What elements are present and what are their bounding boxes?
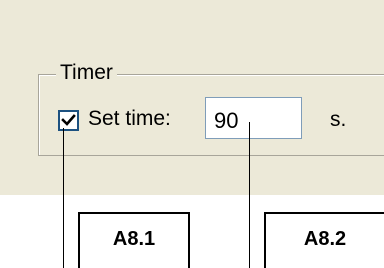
annotation-leader-line <box>249 122 250 268</box>
set-time-label[interactable]: Set time: <box>88 106 171 132</box>
annotation-leader-line <box>63 128 64 268</box>
annotation-tag-a8-1: A8.1 <box>78 212 190 268</box>
screenshot-stage: Timer Set time: s. A8.1 A8.2 <box>0 0 384 268</box>
set-time-checkbox[interactable] <box>58 110 79 131</box>
set-time-input[interactable] <box>205 97 302 139</box>
annotation-tag-a8-2: A8.2 <box>264 212 384 268</box>
seconds-unit-label: s. <box>330 108 347 131</box>
check-mark-icon <box>61 114 76 126</box>
timer-group-title: Timer <box>56 61 117 85</box>
